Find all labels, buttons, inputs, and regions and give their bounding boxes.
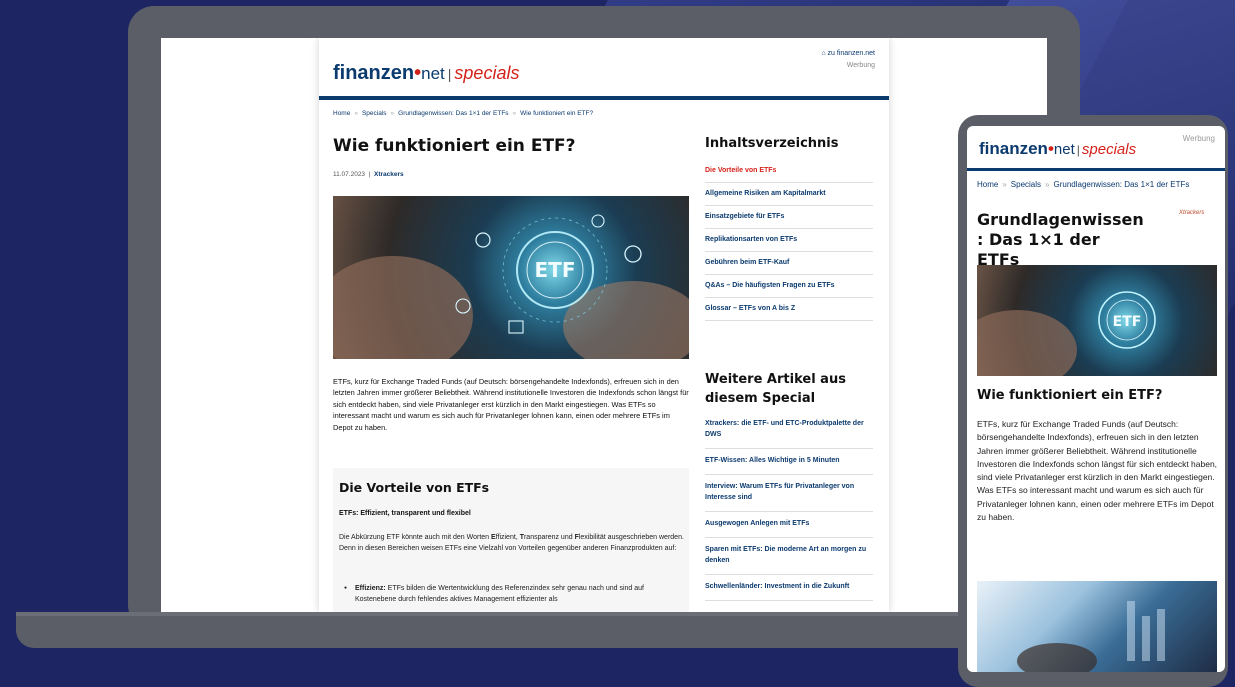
bullet-label: Effizienz: (355, 585, 386, 592)
more-article-link[interactable]: Xtrackers: die ETF- und ETC-Produktpalet… (705, 412, 873, 449)
hero-etf-label: ETF (535, 258, 576, 282)
home-link[interactable]: ⌂ zu finanzen.net (821, 48, 875, 60)
breadcrumb-separator: » (1045, 180, 1050, 189)
toc-item-gebuehren[interactable]: Gebühren beim ETF-Kauf (705, 252, 873, 275)
more-article-link[interactable]: Interview: Warum ETFs für Privatanleger … (705, 475, 873, 512)
more-article-link[interactable]: Schwellenländer: Investment in die Zukun… (705, 575, 873, 601)
section-heading: Die Vorteile von ETFs (339, 480, 490, 495)
toc-heading: Inhaltsverzeichnis (705, 136, 839, 151)
breadcrumb-current: Grundlagenwissen: Das 1×1 der ETFs (1053, 180, 1190, 189)
header-divider (319, 96, 889, 100)
logo-tld: net (1053, 141, 1075, 158)
mobile-hero-image: ETF (977, 265, 1217, 376)
more-articles-heading: Weitere Artikel aus diesem Special (705, 372, 846, 406)
sponsor-logo: Xtrackers (1179, 210, 1205, 216)
hero-image: ETF (333, 196, 689, 359)
breadcrumb-specials[interactable]: Specials (1011, 180, 1041, 189)
article-date: 11.07.2023 (333, 171, 366, 178)
paragraph-part: ransparenz und (523, 534, 575, 541)
toc-item-glossar[interactable]: Glossar – ETFs von A bis Z (705, 298, 873, 321)
logo-section: specials (1081, 141, 1137, 158)
logo-separator: | (447, 66, 452, 82)
breadcrumb-home[interactable]: Home (977, 180, 998, 189)
article-title: Wie funktioniert ein ETF? (333, 136, 576, 156)
subsection-heading: ETFs: Effizient, transparent und flexibe… (339, 510, 471, 517)
more-article-link[interactable]: Ausgewogen Anlegen mit ETFs (705, 512, 873, 538)
mobile-article-text: ETFs, kurz für Exchange Traded Funds (au… (977, 419, 1218, 523)
meta-separator: | (368, 171, 371, 178)
article-author[interactable]: Xtrackers (374, 171, 404, 178)
top-links: ⌂ zu finanzen.net Werbung (821, 48, 875, 72)
breadcrumb-home[interactable]: Home (333, 110, 350, 117)
mobile-site-logo[interactable]: finanzen•net | specials (979, 139, 1136, 159)
paragraph-part: Die Abkürzung ETF könnte auch mit den Wo… (339, 534, 492, 541)
laptop-base (16, 612, 1016, 648)
laptop-hinge (16, 612, 1016, 616)
more-article-link[interactable]: ETF-Wissen: Alles Wichtige in 5 Minuten (705, 449, 873, 475)
more-articles-list: Xtrackers: die ETF- und ETC-Produktpalet… (705, 412, 873, 601)
ad-label: Werbung (846, 62, 875, 69)
hero-etf-label: ETF (1113, 314, 1142, 330)
logo-separator: | (1076, 143, 1080, 157)
mobile-ad-label: Werbung (1182, 134, 1215, 143)
breadcrumb-separator: » (1002, 180, 1007, 189)
article-page: finanzen•net | specials ⌂ zu finanzen.net … (319, 38, 889, 612)
section-paragraph: Die Abkürzung ETF könnte auch mit den Wo… (339, 532, 684, 554)
mobile-special-title: Grundlagenwissen : Das 1×1 der ETFs (977, 210, 1144, 269)
laptop-screen: finanzen•net | specials ⌂ zu finanzen.net … (161, 38, 1047, 612)
logo-brand: finanzen (333, 62, 415, 84)
toc-item-risiken[interactable]: Allgemeine Risiken am Kapitalmarkt (705, 183, 873, 206)
mobile-second-image (977, 581, 1217, 672)
phone-screen: finanzen•net | specials Werbung Home » Speci… (967, 126, 1225, 672)
mobile-header-divider (967, 168, 1225, 171)
mobile-hero-illustration: ETF (977, 291, 1156, 376)
toc-item-vorteile[interactable]: Die Vorteile von ETFs (705, 160, 873, 183)
article-meta: 11.07.2023 | Xtrackers (333, 171, 404, 178)
breadcrumb-separator: » (354, 110, 358, 117)
mobile-article-title: Wie funktioniert ein ETF? (977, 388, 1163, 403)
logo-brand: finanzen (979, 139, 1048, 158)
toc-item-qas[interactable]: Q&As – Die häufigsten Fragen zu ETFs (705, 275, 873, 298)
paragraph-part: ffizient, (495, 534, 520, 541)
breadcrumb-specials[interactable]: Specials (362, 110, 387, 117)
breadcrumb-separator: » (390, 110, 395, 117)
toc-item-einsatzgebiete[interactable]: Einsatzgebiete für ETFs (705, 206, 873, 229)
table-of-contents: Die Vorteile von ETFs Allgemeine Risiken… (705, 160, 873, 321)
breadcrumb-separator: » (512, 110, 517, 117)
article-intro: ETFs, kurz für Exchange Traded Funds (au… (333, 377, 689, 432)
breadcrumb-grundlagen[interactable]: Grundlagenwissen: Das 1×1 der ETFs (398, 110, 508, 117)
bullet-text: ETFs bilden die Wertentwicklung des Refe… (355, 585, 644, 603)
hero-illustration: ETF (333, 214, 689, 359)
site-logo[interactable]: finanzen•net | specials (333, 62, 519, 85)
toc-item-replikation[interactable]: Replikationsarten von ETFs (705, 229, 873, 252)
breadcrumb: Home» Specials» Grundlagenwissen: Das 1×1 … (333, 110, 593, 117)
more-article-link[interactable]: Sparen mit ETFs: Die moderne Art an morg… (705, 538, 873, 575)
list-item: Effizienz: ETFs bilden die Wertentwicklu… (344, 583, 685, 605)
breadcrumb-current: Wie funktioniert ein ETF? (520, 110, 594, 117)
logo-tld: net (421, 64, 445, 83)
logo-section: specials (454, 63, 520, 83)
mobile-breadcrumb: Home» Specials» Grundlagenwissen: Das 1×1 … (977, 180, 1189, 189)
mobile-second-illustration (1017, 601, 1165, 672)
